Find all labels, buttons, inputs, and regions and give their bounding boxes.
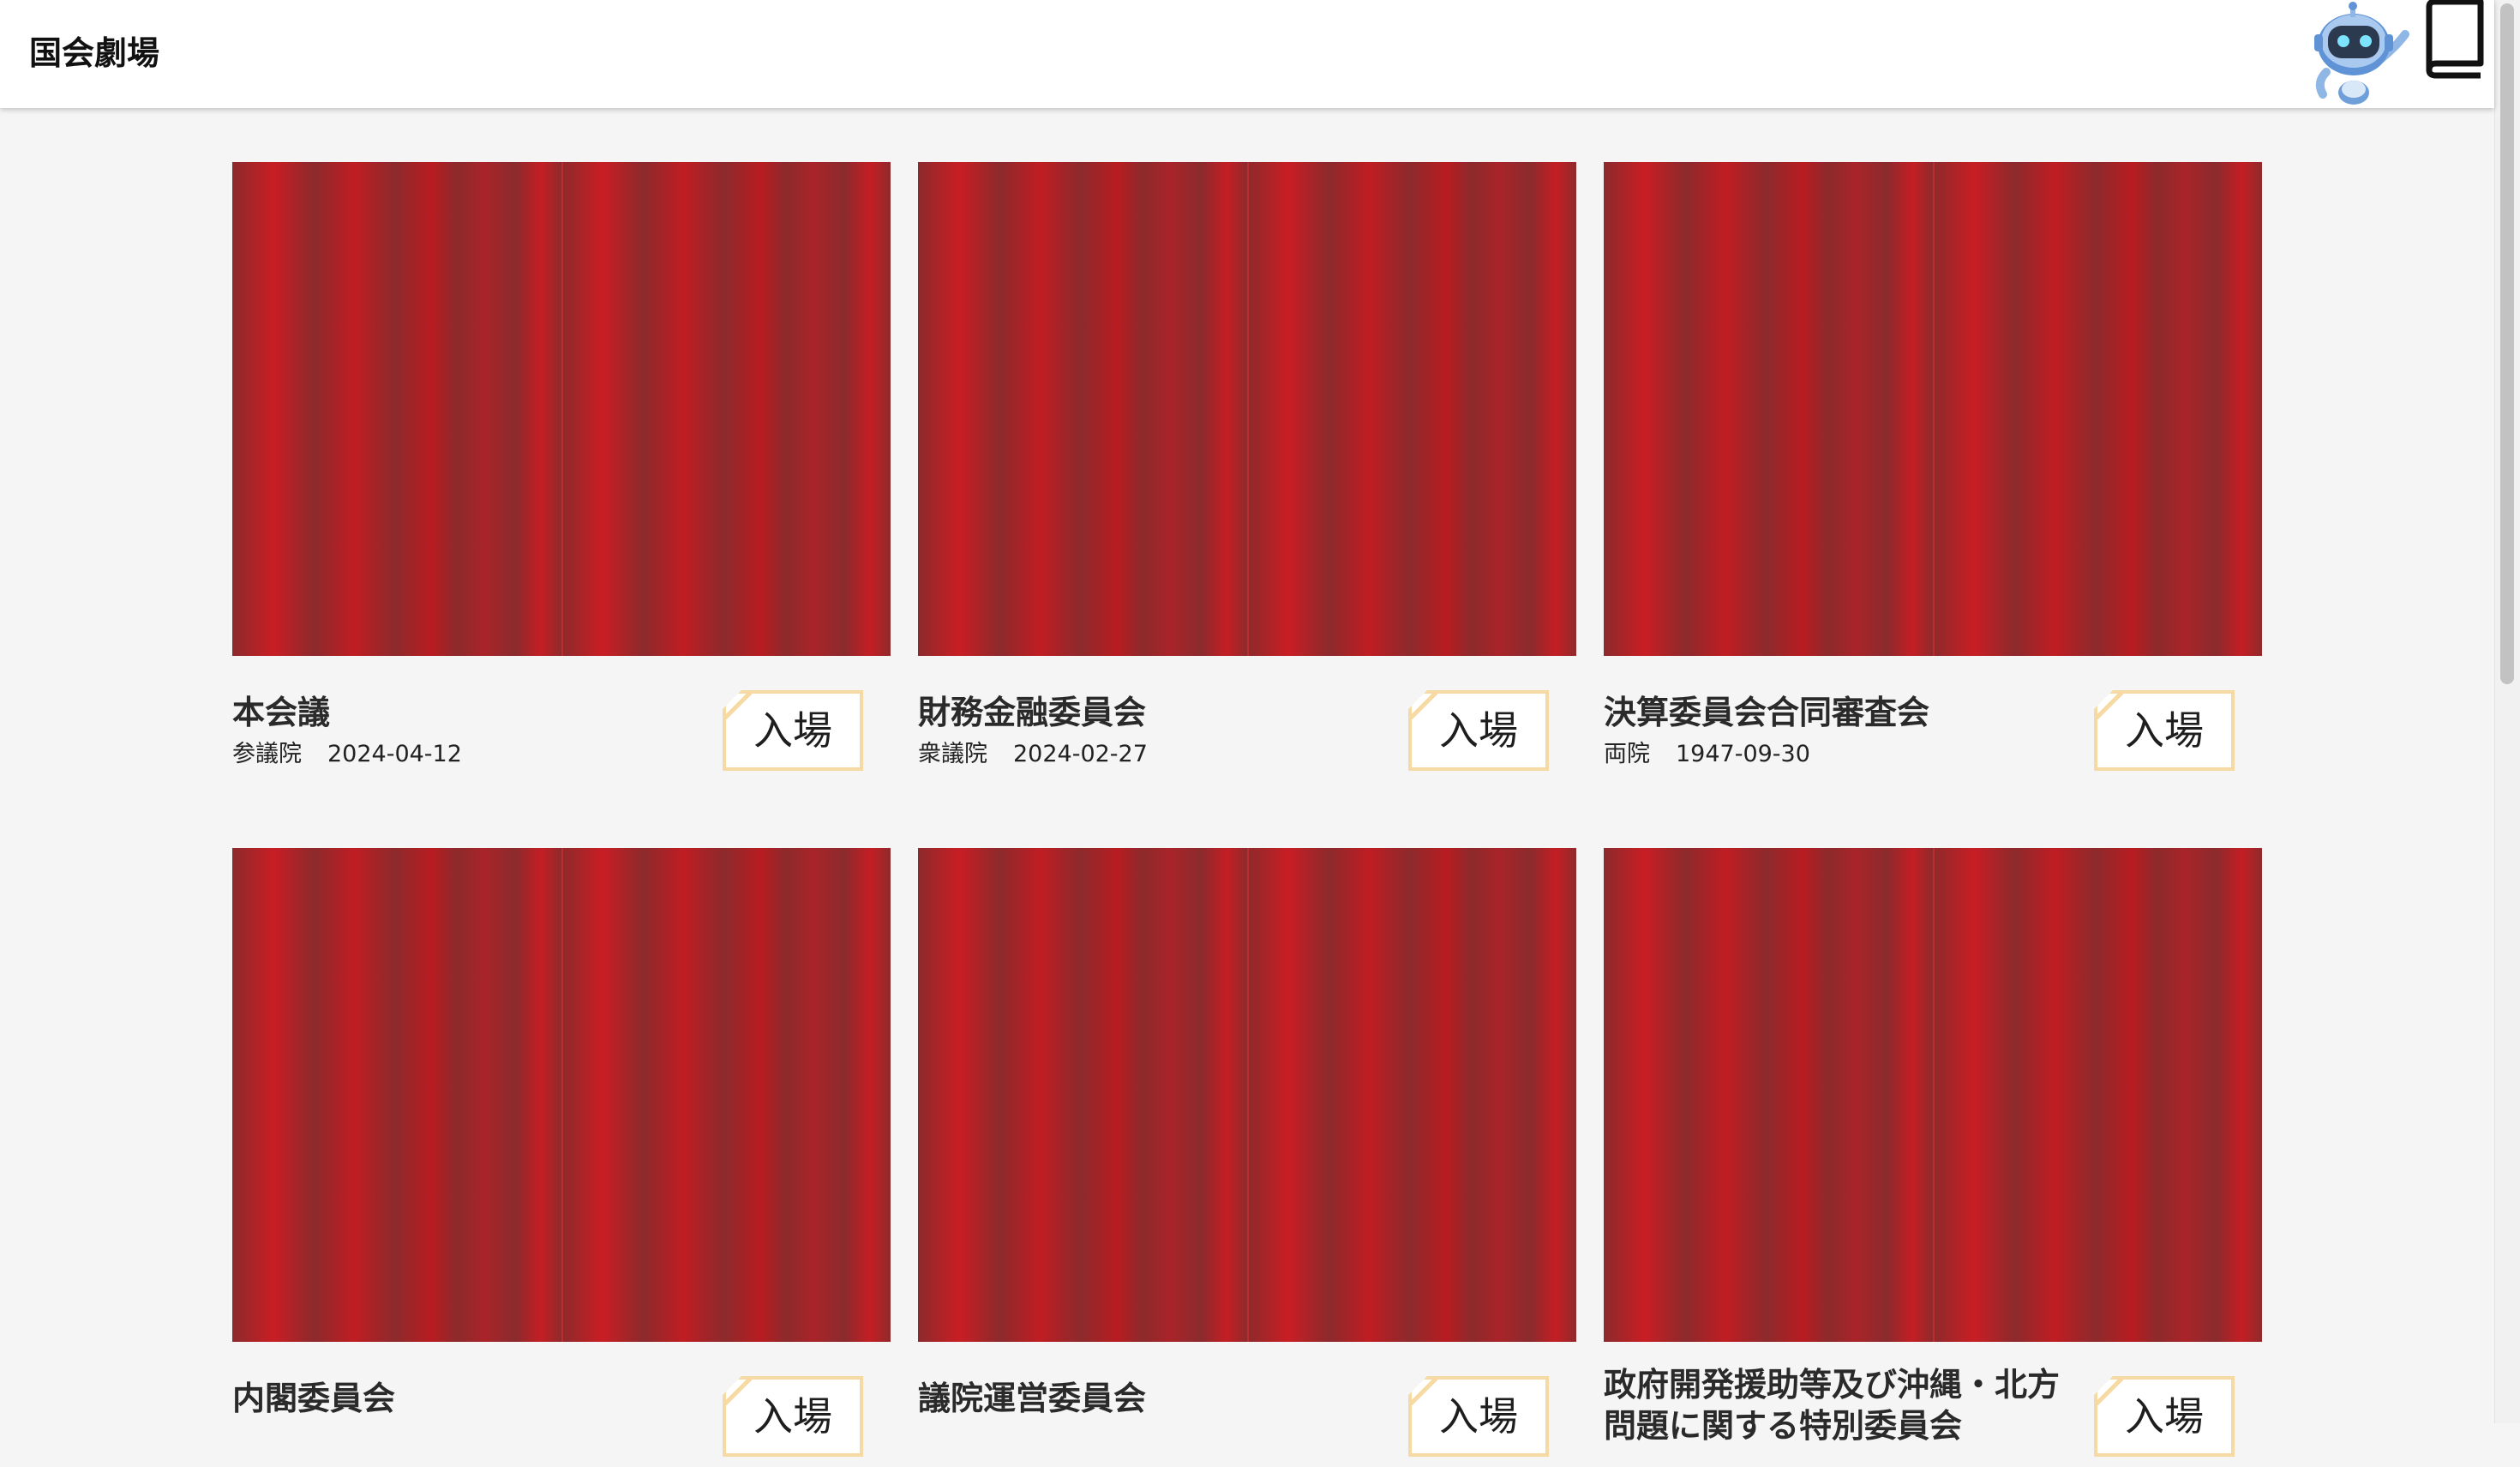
session-title: 本会議 <box>232 693 331 731</box>
enter-button[interactable]: 入場 <box>1408 1376 1549 1457</box>
session-card: 内閣委員会 入場 <box>232 848 891 1467</box>
session-title: 財務金融委員会 <box>918 693 1147 731</box>
enter-button[interactable]: 入場 <box>2094 690 2235 771</box>
curtain-left-panel <box>232 848 561 1342</box>
session-card: 政府開発援助等及び沖縄・北方問題に関する特別委員会 入場 <box>1604 848 2262 1467</box>
curtain-image[interactable] <box>1604 162 2262 656</box>
session-date: 2024-02-27 <box>1013 741 1148 767</box>
curtain-left-panel <box>918 162 1247 656</box>
session-title: 内閣委員会 <box>232 1379 396 1417</box>
session-info: 決算委員会合同審査会 両院 1947-09-30 入場 <box>1604 656 2262 781</box>
curtain-left-panel <box>232 162 561 656</box>
curtain-right-panel <box>1933 162 2262 656</box>
curtain-right-panel <box>561 162 891 656</box>
curtain-right-panel <box>1933 848 2262 1342</box>
session-title: 政府開発援助等及び沖縄・北方問題に関する特別委員会 <box>1604 1365 2061 1445</box>
session-card: 議院運営委員会 入場 <box>918 848 1576 1467</box>
session-date: 2024-04-12 <box>327 741 462 767</box>
curtain-left-panel <box>918 848 1247 1342</box>
session-date: 1947-09-30 <box>1676 741 1810 767</box>
curtain-image[interactable] <box>232 848 891 1342</box>
curtain-right-panel <box>561 848 891 1342</box>
session-card: 財務金融委員会 衆議院 2024-02-27 入場 <box>918 162 1576 781</box>
session-house: 参議院 <box>232 741 302 767</box>
session-house: 衆議院 <box>918 741 987 767</box>
session-meta: 衆議院 2024-02-27 <box>918 740 1148 769</box>
enter-button[interactable]: 入場 <box>723 1376 863 1457</box>
session-meta <box>232 1426 258 1455</box>
curtain-image[interactable] <box>1604 848 2262 1342</box>
curtain-image[interactable] <box>918 162 1576 656</box>
session-meta: 参議院 2024-04-12 <box>232 740 462 769</box>
session-info: 財務金融委員会 衆議院 2024-02-27 入場 <box>918 656 1576 781</box>
curtain-image[interactable] <box>918 848 1576 1342</box>
session-grid: 本会議 参議院 2024-04-12 入場 財務金融委員会 衆議院 2024-02-… <box>232 162 2262 1467</box>
curtain-image[interactable] <box>232 162 891 656</box>
enter-button[interactable]: 入場 <box>723 690 863 771</box>
session-meta <box>918 1426 944 1455</box>
app-header: 国会劇場 <box>0 0 2494 108</box>
enter-button[interactable]: 入場 <box>2094 1376 2235 1457</box>
session-meta <box>1604 1426 1629 1455</box>
session-info: 本会議 参議院 2024-04-12 入場 <box>232 656 891 781</box>
session-meta: 両院 1947-09-30 <box>1604 740 1810 769</box>
enter-button[interactable]: 入場 <box>1408 690 1549 771</box>
robot-mascot-icon[interactable] <box>2301 0 2414 108</box>
session-info: 内閣委員会 入場 <box>232 1342 891 1467</box>
session-info: 政府開発援助等及び沖縄・北方問題に関する特別委員会 入場 <box>1604 1342 2262 1467</box>
session-house: 両院 <box>1604 741 1650 767</box>
session-card: 本会議 参議院 2024-04-12 入場 <box>232 162 891 781</box>
curtain-right-panel <box>1247 848 1576 1342</box>
session-title: 決算委員会合同審査会 <box>1604 693 1930 731</box>
curtain-left-panel <box>1604 848 1933 1342</box>
scrollbar-thumb[interactable] <box>2500 3 2514 684</box>
curtain-right-panel <box>1247 162 1576 656</box>
session-card: 決算委員会合同審査会 両院 1947-09-30 入場 <box>1604 162 2262 781</box>
curtain-left-panel <box>1604 162 1933 656</box>
robot-body <box>2314 2 2409 105</box>
app-title: 国会劇場 <box>29 33 160 72</box>
session-info: 議院運営委員会 入場 <box>918 1342 1576 1467</box>
book-icon[interactable] <box>2419 0 2487 79</box>
session-title: 議院運営委員会 <box>918 1379 1147 1417</box>
